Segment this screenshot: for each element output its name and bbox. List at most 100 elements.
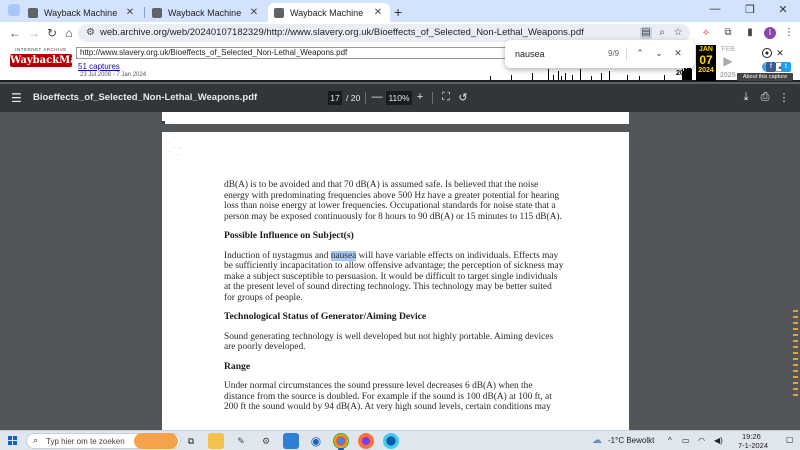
url-text[interactable]: web.archive.org/web/20240107182329/http:… <box>100 27 584 38</box>
histogram-bar[interactable] <box>552 74 554 80</box>
tab-wayback-2[interactable]: Wayback Machine ✕ <box>146 3 266 22</box>
histogram-bar[interactable] <box>609 71 611 80</box>
paint-icon[interactable]: ✎ <box>233 433 249 449</box>
home-icon[interactable]: ⌂ <box>62 26 76 40</box>
clock-time[interactable]: 19:26 <box>742 432 761 441</box>
scrollbar[interactable] <box>792 100 800 430</box>
site-info-icon[interactable]: ⚙ <box>86 27 95 38</box>
wayback-url-input[interactable]: http://www.slavery.org.uk/Bioeffects_of_… <box>76 47 506 59</box>
close-window-button[interactable]: ✕ <box>768 3 798 16</box>
windows-start-icon[interactable] <box>8 436 18 446</box>
windows-taskbar: ⌕ Typ hier om te zoeken ⧉ ✎ ⚙ ◉ ☁ -1°C B… <box>0 430 800 450</box>
pdf-page: · ˙ · · ˙ · dB(A) is to be avoided and th… <box>162 132 629 430</box>
tab-search-icon[interactable] <box>8 4 20 16</box>
extensions-puzzle-icon[interactable]: ⧉ <box>722 27 734 39</box>
heading-technological-status: Technological Status of Generator/Aiming… <box>224 311 427 322</box>
shield-icon[interactable]: ◉ <box>308 433 324 449</box>
find-close-button[interactable]: ✕ <box>673 48 683 59</box>
histogram-bar[interactable] <box>547 69 549 80</box>
minimize-button[interactable]: — <box>700 3 730 15</box>
extension-icon[interactable]: ⟡ <box>700 27 712 39</box>
notifications-icon[interactable]: ▢ <box>786 435 794 444</box>
captures-link[interactable]: 51 captures <box>78 62 120 71</box>
year-next[interactable]: 2025 <box>720 72 736 79</box>
tab-close-icon[interactable]: ✕ <box>372 7 384 18</box>
photos-icon[interactable] <box>283 433 299 449</box>
zoom-in-button[interactable]: + <box>414 91 426 103</box>
histogram-bar[interactable] <box>600 72 602 80</box>
maximize-button[interactable]: ❐ <box>735 3 765 16</box>
zoom-level-input[interactable]: 110% <box>386 91 412 105</box>
tab-wayback-3-active[interactable]: Wayback Machine ✕ <box>268 3 390 22</box>
pdf-menu-icon[interactable]: ☰ <box>11 91 22 105</box>
settings-gear-icon[interactable]: ⚙ <box>258 433 274 449</box>
account-icon[interactable]: ● <box>762 48 772 58</box>
bookmark-star-icon[interactable]: ☆ <box>672 27 684 39</box>
toolbar-divider <box>365 92 366 104</box>
clock-date[interactable]: 7-1-2024 <box>738 441 768 450</box>
weather-text[interactable]: -1°C Bewolkt <box>608 436 654 445</box>
document-text: dB(A) is to be avoided and that 70 dB(A)… <box>224 180 564 422</box>
find-input[interactable]: nausea <box>515 49 545 59</box>
tab-close-icon[interactable]: ✕ <box>248 7 260 18</box>
download-icon[interactable]: ⤓ <box>740 91 752 104</box>
file-explorer-icon[interactable] <box>208 433 224 449</box>
find-prev-button[interactable]: ⌃ <box>635 48 645 59</box>
histogram-bar[interactable] <box>590 76 592 80</box>
next-capture-arrow-icon[interactable]: ▶ <box>718 53 738 69</box>
side-panel-icon[interactable]: ▮ <box>744 27 756 39</box>
histogram-bar[interactable] <box>663 74 665 80</box>
more-options-icon[interactable]: ⋮ <box>778 91 790 104</box>
network-icon[interactable]: ▭ <box>682 436 690 445</box>
zoom-icon[interactable]: ⌕ <box>656 27 668 39</box>
close-toolbar-icon[interactable]: ✕ <box>775 48 785 58</box>
histogram-bar[interactable] <box>626 74 628 80</box>
histogram-bar[interactable] <box>557 71 559 80</box>
search-highlight-icon[interactable] <box>134 433 178 449</box>
facebook-icon[interactable]: f <box>766 62 776 72</box>
profile-avatar[interactable]: I <box>764 27 776 39</box>
histogram-bar[interactable] <box>565 72 567 80</box>
print-icon[interactable]: ⎙ <box>759 91 771 104</box>
paragraph-noise-limits: dB(A) is to be avoided and that 70 dB(A)… <box>224 180 562 222</box>
capture-range: 23 Jul 2008 - 7 Jan 2024 <box>80 72 147 78</box>
edge-icon[interactable] <box>383 433 399 449</box>
page-number-input[interactable]: 17 <box>328 91 342 105</box>
new-tab-button[interactable]: + <box>394 4 402 20</box>
next-capture[interactable]: FEB ▶ <box>718 46 738 69</box>
forward-icon[interactable]: → <box>27 26 41 40</box>
histogram-bar[interactable] <box>510 74 512 80</box>
fit-page-icon[interactable]: ⛶ <box>440 91 452 104</box>
reload-icon[interactable]: ↻ <box>45 26 59 40</box>
tab-wayback-1[interactable]: Wayback Machine ✕ <box>22 3 142 22</box>
histogram-bar[interactable] <box>639 76 641 80</box>
menu-kebab-icon[interactable]: ⋮ <box>783 27 795 39</box>
task-view-icon[interactable]: ⧉ <box>183 433 199 449</box>
tab-title: Wayback Machine <box>168 7 242 18</box>
previous-page <box>162 112 629 124</box>
twitter-icon[interactable]: t <box>781 62 791 72</box>
tab-title: Wayback Machine <box>290 7 364 18</box>
histogram-bar[interactable] <box>532 72 534 80</box>
histogram-bar[interactable] <box>572 74 574 80</box>
back-icon[interactable]: ← <box>8 26 22 40</box>
capture-year: 2024 <box>698 67 714 74</box>
pdf-viewport[interactable]: · ˙ · · ˙ · dB(A) is to be avoided and th… <box>0 112 800 430</box>
chrome-icon[interactable] <box>333 433 349 449</box>
histogram-bar[interactable] <box>489 76 491 80</box>
histogram-bar[interactable] <box>560 76 562 80</box>
rotate-icon[interactable]: ↺ <box>457 91 469 104</box>
weather-cloud-icon[interactable]: ☁ <box>592 435 602 446</box>
wifi-icon[interactable]: ◠ <box>698 436 705 445</box>
pdf-open-icon[interactable]: ▤ <box>640 27 652 39</box>
tab-close-icon[interactable]: ✕ <box>124 7 136 18</box>
find-next-button[interactable]: ⌄ <box>654 48 664 59</box>
volume-icon[interactable]: ◀) <box>714 436 723 445</box>
histogram-bar[interactable] <box>580 69 581 80</box>
tray-overflow-icon[interactable]: ^ <box>668 436 672 445</box>
wayback-logo[interactable]: INTERNET ARCHIVE WaybackMachine <box>10 47 107 77</box>
year-prev[interactable]: 2022 <box>676 70 692 77</box>
zoom-out-button[interactable]: — <box>371 91 383 103</box>
firefox-icon[interactable] <box>358 433 374 449</box>
about-capture-button[interactable]: About this capture <box>737 73 793 81</box>
